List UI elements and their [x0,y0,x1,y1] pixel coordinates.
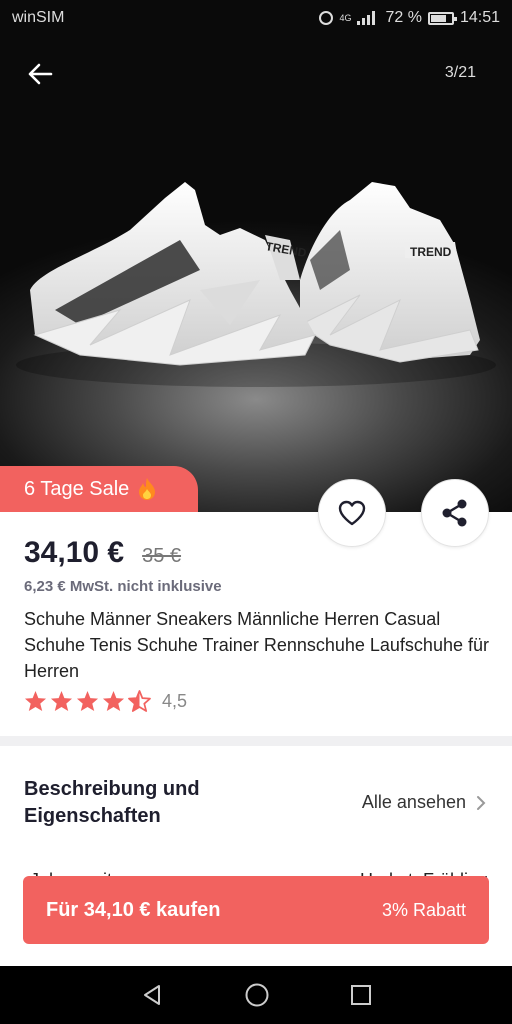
star-icon [102,690,125,712]
buy-button-label: Für 34,10 € kaufen [46,898,221,921]
network-type: 4G [339,12,352,23]
current-price: 34,10 € [24,536,125,569]
sale-badge-label: 6 Tage Sale [24,477,130,500]
chevron-right-icon [477,795,486,810]
nav-home-icon[interactable] [244,982,270,1008]
star-half-icon [128,690,151,712]
discount-label: 3% Rabatt [381,899,466,920]
image-counter: 3/21 [444,64,476,81]
share-icon [442,499,467,527]
product-image-gallery[interactable]: winSIM 4G 72 % 14:51 3/21 TREND TREND [0,0,512,512]
star-icon [76,690,99,712]
original-price: 35 € [142,545,182,567]
star-icon [24,690,47,712]
star-icon [50,690,73,712]
share-button[interactable] [421,479,489,547]
shoe-brand-text-back: TREND [410,245,452,259]
arrow-left-icon [28,63,53,85]
carrier-name: winSIM [12,9,65,26]
heart-icon [338,500,366,526]
see-all-link[interactable]: Alle ansehen [362,792,486,813]
battery-percent: 72 % [385,9,422,26]
battery-icon [427,11,457,25]
description-heading: Beschreibung und Eigenschaften [24,778,200,827]
section-divider [0,736,512,746]
nav-recents-icon[interactable] [350,984,372,1006]
product-photo: TREND TREND [16,182,496,387]
alarm-icon [319,11,334,25]
signal-icon [357,11,379,25]
system-nav-bar [0,966,512,1024]
nav-back-icon[interactable] [140,983,164,1007]
buy-button[interactable]: Für 34,10 € kaufen 3% Rabatt [23,876,489,944]
see-all-label: Alle ansehen [361,792,466,812]
vat-note: 6,23 € MwSt. nicht inklusive [24,578,222,595]
back-button[interactable] [22,56,58,92]
product-title: Schuhe Männer Sneakers Männliche Herren … [24,609,489,681]
favorite-button[interactable] [318,479,386,547]
sale-badge: 6 Tage Sale [0,466,198,512]
fire-icon [139,478,156,500]
status-bar: winSIM 4G 72 % 14:51 [0,0,512,36]
clock: 14:51 [459,9,500,26]
price-row: 34,10 € 35 € [24,536,181,570]
rating-value: 4,5 [162,690,188,711]
rating[interactable]: 4,5 [24,690,187,712]
